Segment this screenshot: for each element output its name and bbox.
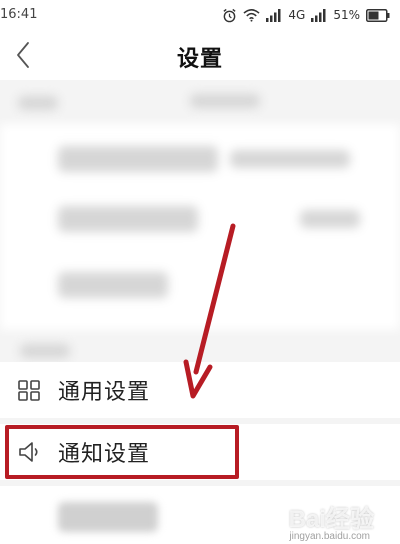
- signal-icon: [266, 8, 281, 22]
- highlight-box: [5, 425, 239, 479]
- header: 设置: [0, 30, 400, 80]
- watermark-url: jingyan.baidu.com: [289, 531, 370, 542]
- network-type: 4G: [288, 8, 306, 22]
- page-title: 设置: [176, 47, 223, 72]
- blurred-content: [0, 82, 400, 372]
- battery-icon: [366, 8, 390, 22]
- signal-icon: [311, 8, 326, 22]
- grid-icon: [18, 380, 40, 401]
- settings-item-label: 通用设置: [58, 380, 151, 405]
- status-time: 16:41: [0, 7, 38, 22]
- watermark-logo: Bai经验: [288, 506, 374, 533]
- status-bar: 16:41 4G 51%: [0, 0, 400, 30]
- battery-percent: 51%: [333, 8, 360, 22]
- status-icons: 4G 51%: [222, 6, 390, 24]
- wifi-icon: [243, 9, 260, 22]
- alarm-icon: [223, 8, 236, 22]
- settings-item-general[interactable]: 通用设置: [0, 362, 400, 418]
- blurred-label: [58, 502, 158, 532]
